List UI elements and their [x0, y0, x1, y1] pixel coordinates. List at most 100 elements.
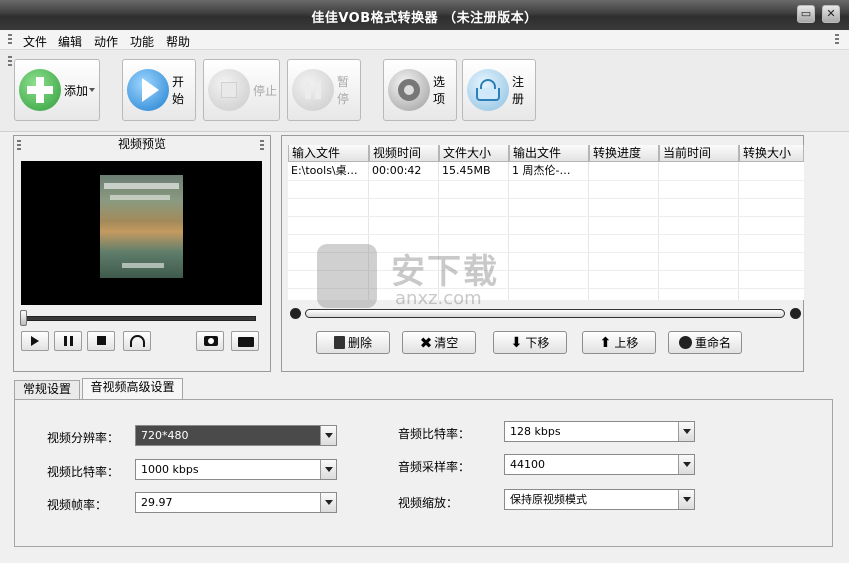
- col-current-time[interactable]: 当前时间: [659, 145, 739, 162]
- col-output-file[interactable]: 输出文件: [509, 145, 589, 162]
- move-up-label: 上移: [614, 336, 639, 350]
- cell-video-time[interactable]: 00:00:42: [369, 163, 438, 180]
- watermark-cn: 安下载: [391, 252, 499, 292]
- move-down-label: 下移: [525, 336, 550, 350]
- add-button[interactable]: 添加: [14, 59, 100, 121]
- stop-label: 停止: [253, 83, 278, 98]
- menu-action[interactable]: 动作: [94, 33, 118, 50]
- rename-icon: [678, 336, 692, 349]
- chevron-down-icon[interactable]: [678, 490, 694, 509]
- chevron-down-icon[interactable]: [320, 426, 336, 445]
- video-bitrate-label: 视频比特率：: [47, 465, 120, 479]
- audio-bitrate-value: 128 kbps: [510, 425, 561, 438]
- menu-edit[interactable]: 编辑: [58, 33, 82, 50]
- arrow-up-icon: ⬆: [599, 334, 612, 351]
- preview-title: 视频预览: [117, 137, 166, 151]
- register-label: 注册: [512, 75, 525, 106]
- pause-button[interactable]: 暂停: [287, 59, 361, 121]
- col-file-size[interactable]: 文件大小: [439, 145, 509, 162]
- menu-help[interactable]: 帮助: [166, 33, 190, 50]
- menu-grip-right-icon: [835, 34, 839, 44]
- options-label: 选项: [433, 75, 446, 106]
- chevron-down-icon[interactable]: [320, 460, 336, 479]
- settings-panel: 视频分辨率： 720*480 视频比特率： 1000 kbps 视频帧率： 29…: [14, 399, 833, 547]
- move-up-button[interactable]: ⬆ 上移: [582, 331, 656, 354]
- minimize-button[interactable]: ▭: [797, 5, 815, 23]
- register-button[interactable]: 注册: [462, 59, 536, 121]
- video-scale-value: 保持原视频模式: [510, 493, 587, 506]
- delete-button[interactable]: 删除: [316, 331, 390, 354]
- watermark-shield-icon: [317, 244, 377, 308]
- play-button[interactable]: [21, 331, 49, 351]
- audio-samplerate-label: 音频采样率：: [398, 460, 471, 474]
- audio-bitrate-select[interactable]: 128 kbps: [504, 421, 695, 442]
- cell-input-file[interactable]: E:\tools\桌…: [288, 163, 368, 180]
- cell-file-size[interactable]: 15.45MB: [439, 163, 508, 180]
- title-bar: 佳佳VOB格式转换器 （未注册版本） ▭ ✕: [0, 0, 849, 30]
- rename-label: 重命名: [694, 336, 731, 350]
- arrow-down-icon: ⬇: [510, 334, 523, 351]
- col-input-file[interactable]: 输入文件: [288, 145, 369, 162]
- video-resolution-select[interactable]: 720*480: [135, 425, 337, 446]
- pause-label: 暂停: [337, 75, 350, 106]
- rename-button[interactable]: 重命名: [668, 331, 742, 354]
- scroll-right-icon[interactable]: [790, 308, 801, 319]
- pause-icon: [292, 69, 334, 111]
- start-button[interactable]: 开始: [122, 59, 196, 121]
- chevron-down-icon[interactable]: [320, 493, 336, 512]
- chevron-down-icon[interactable]: [678, 455, 694, 474]
- volume-button[interactable]: [123, 331, 151, 351]
- headphones-icon: [130, 335, 145, 347]
- watermark-en: anxz.com: [395, 288, 482, 309]
- pause-ctl-button[interactable]: [54, 331, 82, 351]
- stop-icon: [97, 336, 106, 345]
- menu-function[interactable]: 功能: [130, 33, 154, 50]
- video-fps-label: 视频帧率：: [47, 498, 108, 512]
- open-folder-button[interactable]: [231, 331, 259, 351]
- move-down-button[interactable]: ⬇ 下移: [493, 331, 567, 354]
- scroll-left-icon[interactable]: [290, 308, 301, 319]
- basket-icon: [467, 69, 509, 111]
- start-label: 开始: [172, 75, 185, 106]
- chevron-down-icon[interactable]: [678, 422, 694, 441]
- play-icon: [127, 69, 169, 111]
- clear-button[interactable]: ✖ 清空: [402, 331, 476, 354]
- delete-label: 删除: [347, 336, 372, 350]
- clear-label: 清空: [434, 336, 459, 350]
- menu-grip-icon: [8, 34, 12, 44]
- cell-output-file[interactable]: 1 周杰伦-…: [509, 163, 588, 180]
- video-fps-select[interactable]: 29.97: [135, 492, 337, 513]
- gear-icon: [388, 69, 430, 111]
- video-screen: [21, 161, 262, 305]
- seek-handle[interactable]: [20, 310, 27, 326]
- audio-samplerate-select[interactable]: 44100: [504, 454, 695, 475]
- col-video-time[interactable]: 视频时间: [369, 145, 439, 162]
- video-scale-select[interactable]: 保持原视频模式: [504, 489, 695, 510]
- chevron-down-icon[interactable]: [89, 88, 95, 92]
- trash-icon: [333, 336, 345, 349]
- audio-bitrate-label: 音频比特率：: [398, 427, 471, 441]
- tab-general-settings[interactable]: 常规设置: [14, 380, 80, 399]
- stop-icon: [208, 69, 250, 111]
- toolbar-grip-icon: [8, 56, 12, 66]
- audio-samplerate-value: 44100: [510, 458, 545, 471]
- close-button[interactable]: ✕: [822, 5, 840, 23]
- video-bitrate-select[interactable]: 1000 kbps: [135, 459, 337, 480]
- stop-button[interactable]: 停止: [203, 59, 280, 121]
- options-button[interactable]: 选项: [383, 59, 457, 121]
- menu-bar: 文件 编辑 动作 功能 帮助: [0, 30, 849, 50]
- preview-grip-right-icon: [260, 140, 264, 150]
- video-bitrate-value: 1000 kbps: [141, 463, 199, 476]
- stop-ctl-button[interactable]: [87, 331, 115, 351]
- seek-bar[interactable]: [22, 316, 256, 321]
- tab-av-advanced-settings[interactable]: 音视频高级设置: [82, 378, 183, 399]
- folder-icon: [238, 337, 254, 347]
- add-label: 添加: [64, 83, 89, 98]
- video-resolution-value: 720*480: [141, 429, 189, 442]
- menu-file[interactable]: 文件: [23, 33, 47, 50]
- add-icon: [19, 69, 61, 111]
- snapshot-button[interactable]: [196, 331, 224, 351]
- col-progress[interactable]: 转换进度: [589, 145, 659, 162]
- col-converted-size[interactable]: 转换大小: [739, 145, 804, 162]
- video-frame-thumbnail: [100, 175, 183, 278]
